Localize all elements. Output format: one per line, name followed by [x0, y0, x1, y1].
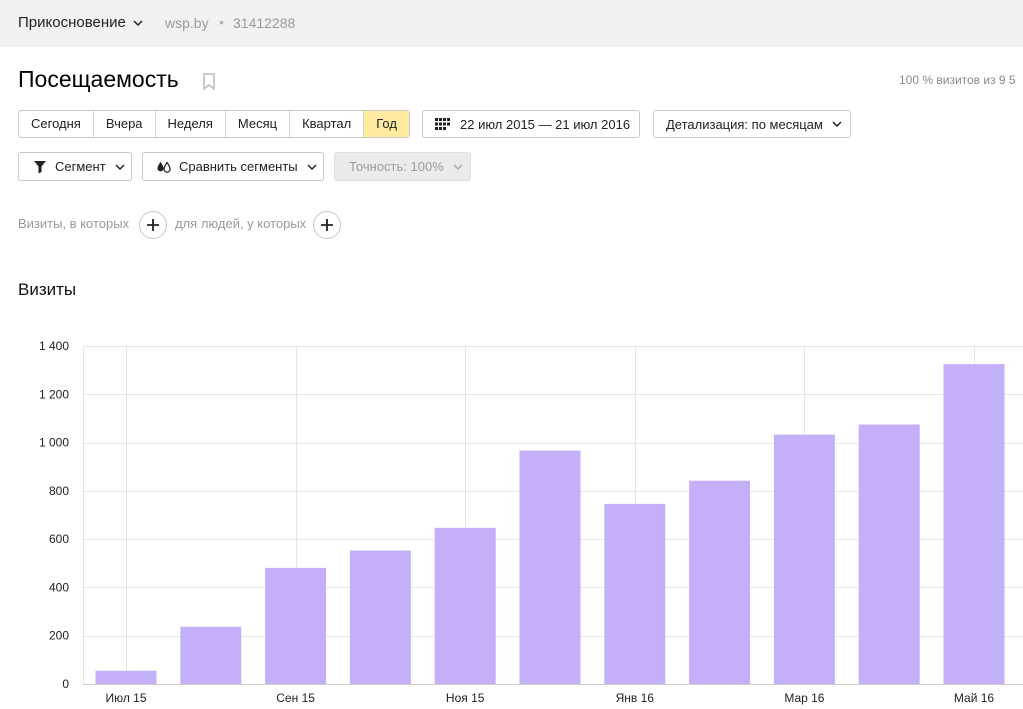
bar-9 [773, 434, 835, 684]
chevron-down-icon [307, 163, 317, 170]
top-bar: Прикосновение wsp.by • 31412288 [0, 0, 1023, 47]
period-week-button[interactable]: Неделя [156, 111, 226, 137]
bar-4 [349, 550, 411, 684]
date-range-label: 22 июл 2015 — 21 июл 2016 [460, 116, 631, 132]
date-range-button[interactable]: 22 июл 2015 — 21 июл 2016 [422, 110, 640, 138]
site-selector[interactable]: Прикосновение [18, 14, 144, 31]
visits-filter-label: Визиты, в которых [18, 216, 130, 231]
bar-2 [180, 626, 242, 684]
y-tick-label: 1 200 [39, 387, 69, 401]
accuracy-label: Точность: 100% [349, 159, 444, 174]
compare-drops-icon [157, 161, 171, 173]
segment-button[interactable]: Сегмент [18, 152, 132, 181]
x-tick-label: Ноя 15 [446, 691, 485, 705]
people-filter-label: для людей, у которых [175, 216, 307, 231]
counter-id: 31412288 [233, 15, 296, 31]
compare-label: Сравнить сегменты [179, 159, 298, 174]
x-tick-label: Сен 15 [276, 691, 315, 705]
detail-label: Детализация: по месяцам [666, 116, 823, 132]
chevron-down-icon [453, 163, 463, 170]
compare-segments-button[interactable]: Сравнить сегменты [142, 152, 324, 181]
y-tick-label: 800 [49, 484, 69, 498]
period-month-button[interactable]: Месяц [226, 111, 291, 137]
bar-11 [943, 364, 1005, 684]
add-visit-condition-button[interactable] [139, 211, 167, 239]
y-tick-label: 1 000 [39, 436, 69, 450]
site-domain[interactable]: wsp.by [165, 15, 209, 31]
bar-5 [434, 527, 496, 684]
period-today-button[interactable]: Сегодня [19, 111, 94, 137]
bar-6 [519, 450, 581, 684]
calendar-icon [435, 118, 450, 130]
x-tick-label: Мар 16 [784, 691, 824, 705]
add-people-condition-button[interactable] [313, 211, 341, 239]
y-tick-label: 400 [49, 580, 69, 594]
bar-10 [858, 424, 920, 684]
detail-dropdown[interactable]: Детализация: по месяцам [653, 110, 851, 138]
chevron-down-icon [115, 163, 125, 170]
y-tick-label: 1 400 [39, 339, 69, 353]
plus-icon [321, 219, 333, 231]
page-title: Посещаемость [18, 66, 179, 92]
site-name: Прикосновение [18, 14, 126, 31]
period-selector: Сегодня Вчера Неделя Месяц Квартал Год [18, 110, 410, 138]
segment-label: Сегмент [55, 159, 106, 174]
y-tick-label: 600 [49, 532, 69, 546]
period-yesterday-button[interactable]: Вчера [94, 111, 156, 137]
y-tick-label: 0 [62, 677, 69, 691]
period-quarter-button[interactable]: Квартал [290, 111, 365, 137]
x-tick-label: Янв 16 [616, 691, 655, 705]
bookmark-icon[interactable] [202, 73, 216, 91]
section-title: Визиты [18, 280, 77, 299]
chevron-down-icon [832, 121, 842, 128]
bar-1 [95, 670, 157, 684]
bar-8 [689, 480, 751, 684]
plus-icon [147, 219, 159, 231]
visits-bar-chart: 0 200 400 600 800 1 000 1 200 1 400 Июл 15 Сен 15… [39, 339, 1023, 705]
sample-info: 100 % визитов из 9 5 [899, 73, 1016, 87]
y-tick-label: 200 [49, 629, 69, 643]
filter-icon [34, 160, 46, 173]
x-tick-label: Июл 15 [105, 691, 146, 705]
accuracy-dropdown: Точность: 100% [334, 152, 471, 181]
site-separator: • [219, 14, 224, 30]
period-year-button[interactable]: Год [364, 111, 409, 137]
chevron-down-icon [133, 19, 143, 26]
bar-7 [604, 503, 666, 684]
bar-3 [265, 567, 327, 684]
x-tick-label: Май 16 [954, 691, 995, 705]
